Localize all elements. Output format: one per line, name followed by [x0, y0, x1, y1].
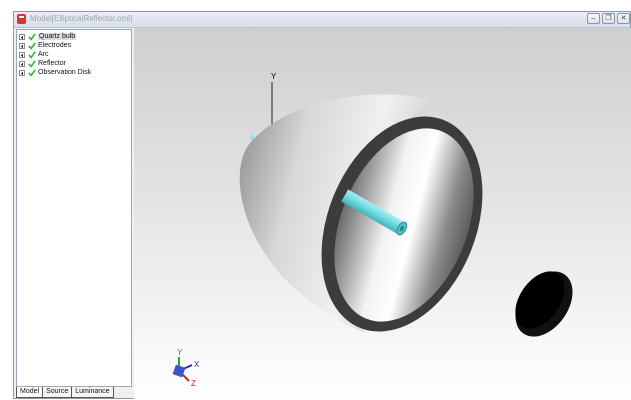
- triad-y-label: Y: [177, 348, 183, 357]
- model-window: Model[EllipticalReflector.oml] – ❐ ✕ Qua…: [13, 11, 631, 400]
- triad-z-label: Z: [191, 379, 196, 388]
- close-button[interactable]: ✕: [617, 13, 630, 24]
- tab-model[interactable]: Model: [16, 387, 44, 398]
- tab-source[interactable]: Source: [42, 387, 73, 398]
- tree-item-quartz-bulb[interactable]: Quartz bulb: [19, 32, 77, 41]
- panel-tabs: Model Source Luminance: [16, 387, 130, 399]
- expand-icon[interactable]: [19, 69, 25, 76]
- tree-item-label: Arc: [38, 51, 49, 58]
- tree-item-reflector[interactable]: Reflector: [19, 59, 66, 68]
- checkmark-icon: [28, 59, 36, 68]
- minimize-button[interactable]: –: [587, 13, 600, 24]
- app-icon: [17, 14, 26, 24]
- tree-item-electrodes[interactable]: Electrodes: [19, 41, 71, 50]
- tree-item-label: Electrodes: [38, 42, 72, 49]
- checkmark-icon: [28, 41, 36, 50]
- tree-item-observation-disk[interactable]: Observation Disk: [19, 68, 91, 77]
- 3d-viewport[interactable]: Y Y X Z: [134, 28, 631, 400]
- window-title: Model[EllipticalReflector.oml]: [30, 14, 133, 23]
- axis-triad: Y X Z: [172, 348, 200, 388]
- tree-item-label: Quartz bulb: [38, 33, 77, 40]
- tree-item-label: Reflector: [38, 60, 67, 67]
- electrode-tip: [250, 132, 254, 140]
- restore-button[interactable]: ❐: [602, 13, 615, 24]
- title-bar[interactable]: Model[EllipticalReflector.oml] – ❐ ✕: [14, 12, 630, 28]
- checkmark-icon: [28, 68, 36, 77]
- model-tree: Quartz bulb Electrodes Arc Reflector Obs…: [16, 29, 132, 387]
- window-controls: – ❐ ✕: [587, 13, 630, 25]
- scene: Y Y X Z: [172, 72, 573, 388]
- expand-icon[interactable]: [19, 60, 25, 67]
- checkmark-icon: [28, 32, 36, 41]
- y-axis-label: Y: [271, 72, 277, 81]
- expand-icon[interactable]: [19, 42, 25, 49]
- tab-luminance[interactable]: Luminance: [71, 387, 114, 398]
- tree-item-label: Observation Disk: [38, 69, 92, 76]
- expand-icon[interactable]: [19, 33, 25, 40]
- triad-x-label: X: [194, 360, 200, 369]
- tree-item-arc[interactable]: Arc: [19, 50, 49, 59]
- expand-icon[interactable]: [19, 51, 25, 58]
- checkmark-icon: [28, 50, 36, 59]
